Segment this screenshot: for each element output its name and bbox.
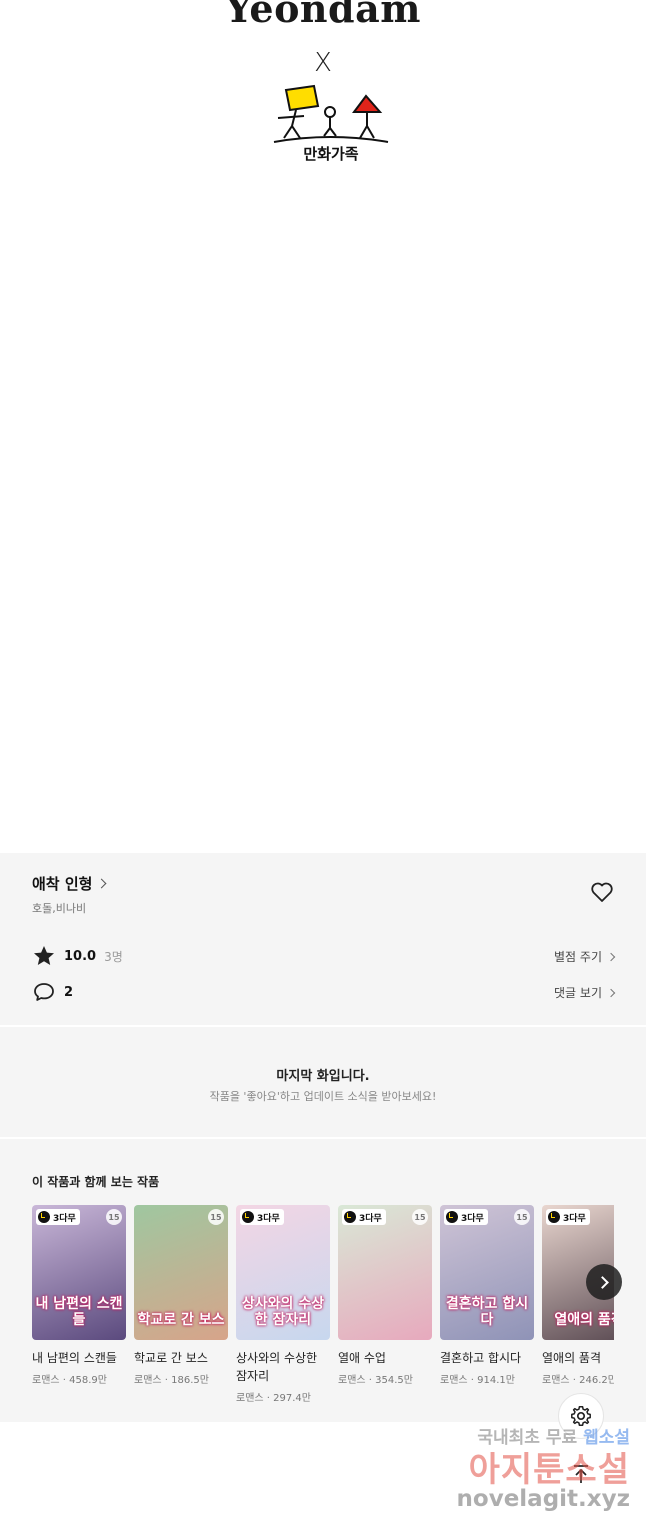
card-meta: 로맨스 · 914.1만 bbox=[440, 1375, 515, 1386]
card-meta: 로맨스 · 354.5만 bbox=[338, 1375, 413, 1386]
free-badge: 3다무 bbox=[444, 1209, 488, 1225]
chevron-right-icon bbox=[606, 988, 616, 997]
card-title: 상사와의 수상한 잠자리 bbox=[236, 1351, 318, 1383]
view-comments-label: 댓글 보기 bbox=[554, 986, 602, 1000]
recommend-card[interactable]: 3다무 15 결혼하고 합시다 결혼하고 합시다 로맨스 · 914.1만 bbox=[440, 1205, 534, 1386]
divider bbox=[0, 1137, 646, 1139]
work-authors: 호돌,비나비 bbox=[32, 902, 87, 915]
cover-image: 15 학교로 간 보스 bbox=[134, 1205, 228, 1340]
recommend-card[interactable]: 3다무 15 열애 수업 로맨스 · 354.5만 bbox=[338, 1205, 432, 1386]
card-meta: 로맨스 · 246.2만 bbox=[542, 1375, 614, 1386]
recommend-carousel: 3다무 15 내 남편의 스캔들 내 남편의 스캔들 로맨스 · 458.9만 … bbox=[32, 1205, 614, 1415]
last-episode-subtitle: 작품을 '좋아요'하고 업데이트 소식을 받아보세요! bbox=[209, 1090, 437, 1103]
rating-row: 10.0 3명 별점 주기 bbox=[32, 944, 616, 968]
work-title: 애착 인형 bbox=[32, 875, 93, 893]
cover-title-art: 열애의 품격 bbox=[554, 1312, 614, 1328]
cover-image: 3다무 15 내 남편의 스캔들 bbox=[32, 1205, 126, 1340]
collab-cross: X bbox=[314, 48, 332, 78]
chevron-right-icon bbox=[606, 952, 616, 961]
clock-icon bbox=[344, 1211, 356, 1223]
work-title-link[interactable]: 애착 인형 bbox=[32, 873, 107, 894]
divider bbox=[0, 1025, 646, 1027]
rate-button[interactable]: 별점 주기 bbox=[554, 948, 616, 965]
card-title: 열애의 품격 bbox=[542, 1351, 602, 1365]
view-comments-button[interactable]: 댓글 보기 bbox=[554, 984, 616, 1001]
cover-image: 3다무 상사와의 수상한 잠자리 bbox=[236, 1205, 330, 1340]
age-badge: 15 bbox=[208, 1209, 224, 1225]
free-badge: 3다무 bbox=[36, 1209, 80, 1225]
free-badge: 3다무 bbox=[342, 1209, 386, 1225]
card-title: 결혼하고 합시다 bbox=[440, 1351, 522, 1365]
publisher-logo: Yeondam bbox=[225, 0, 421, 31]
work-info-panel: 애착 인형 호돌,비나비 10.0 3명 별점 주기 2 댓글 보기 마지막 화… bbox=[0, 853, 646, 1422]
partner-logo: 만화가족 bbox=[273, 84, 389, 163]
rating-value: 10.0 bbox=[64, 948, 97, 964]
watermark-url: novelagit.xyz bbox=[456, 1486, 630, 1512]
card-title: 열애 수업 bbox=[338, 1351, 386, 1365]
clock-icon bbox=[242, 1211, 254, 1223]
chevron-right-icon bbox=[96, 878, 107, 889]
recommend-card[interactable]: 3다무 상사와의 수상한 잠자리 상사와의 수상한 잠자리 로맨스 · 297.… bbox=[236, 1205, 330, 1404]
card-title: 학교로 간 보스 bbox=[134, 1351, 208, 1365]
rating-count: 3명 bbox=[104, 949, 123, 964]
card-meta: 로맨스 · 186.5만 bbox=[134, 1375, 209, 1386]
recommend-card[interactable]: 3다무 15 내 남편의 스캔들 내 남편의 스캔들 로맨스 · 458.9만 bbox=[32, 1205, 126, 1386]
partner-logo-text: 만화가족 bbox=[303, 145, 358, 163]
star-icon bbox=[34, 946, 54, 965]
credits-header: Yeondam X 만화가족 bbox=[0, 0, 646, 175]
comment-row: 2 댓글 보기 bbox=[32, 980, 616, 1004]
carousel-next-button[interactable] bbox=[586, 1264, 622, 1300]
comment-count: 2 bbox=[64, 984, 74, 1000]
rate-button-label: 별점 주기 bbox=[554, 950, 602, 964]
cover-title-art: 결혼하고 합시다 bbox=[445, 1296, 529, 1328]
card-meta: 로맨스 · 458.9만 bbox=[32, 1375, 107, 1386]
cover-title-art: 내 남편의 스캔들 bbox=[35, 1296, 123, 1328]
last-episode-title: 마지막 화입니다. bbox=[276, 1069, 370, 1084]
age-badge: 15 bbox=[106, 1209, 122, 1225]
age-badge: 15 bbox=[514, 1209, 530, 1225]
clock-icon bbox=[446, 1211, 458, 1223]
clock-icon bbox=[548, 1211, 560, 1223]
card-meta: 로맨스 · 297.4만 bbox=[236, 1393, 311, 1404]
watermark-title: 아지툰소설 bbox=[468, 1450, 630, 1490]
cover-image: 3다무 15 bbox=[338, 1205, 432, 1340]
free-badge: 3다무 bbox=[240, 1209, 284, 1225]
cover-image: 3다무 15 결혼하고 합시다 bbox=[440, 1205, 534, 1340]
age-badge: 15 bbox=[412, 1209, 428, 1225]
card-title: 내 남편의 스캔들 bbox=[32, 1351, 117, 1365]
cover-title-art: 상사와의 수상한 잠자리 bbox=[241, 1296, 325, 1328]
heart-icon[interactable] bbox=[590, 881, 614, 903]
free-badge: 3다무 bbox=[546, 1209, 590, 1225]
recommend-card[interactable]: 15 학교로 간 보스 학교로 간 보스 로맨스 · 186.5만 bbox=[134, 1205, 228, 1386]
chevron-right-icon bbox=[595, 1275, 609, 1289]
comment-icon bbox=[34, 983, 54, 1001]
cover-title-art: 학교로 간 보스 bbox=[137, 1312, 225, 1328]
recommend-heading: 이 작품과 함께 보는 작품 bbox=[32, 1175, 160, 1189]
clock-icon bbox=[38, 1211, 50, 1223]
